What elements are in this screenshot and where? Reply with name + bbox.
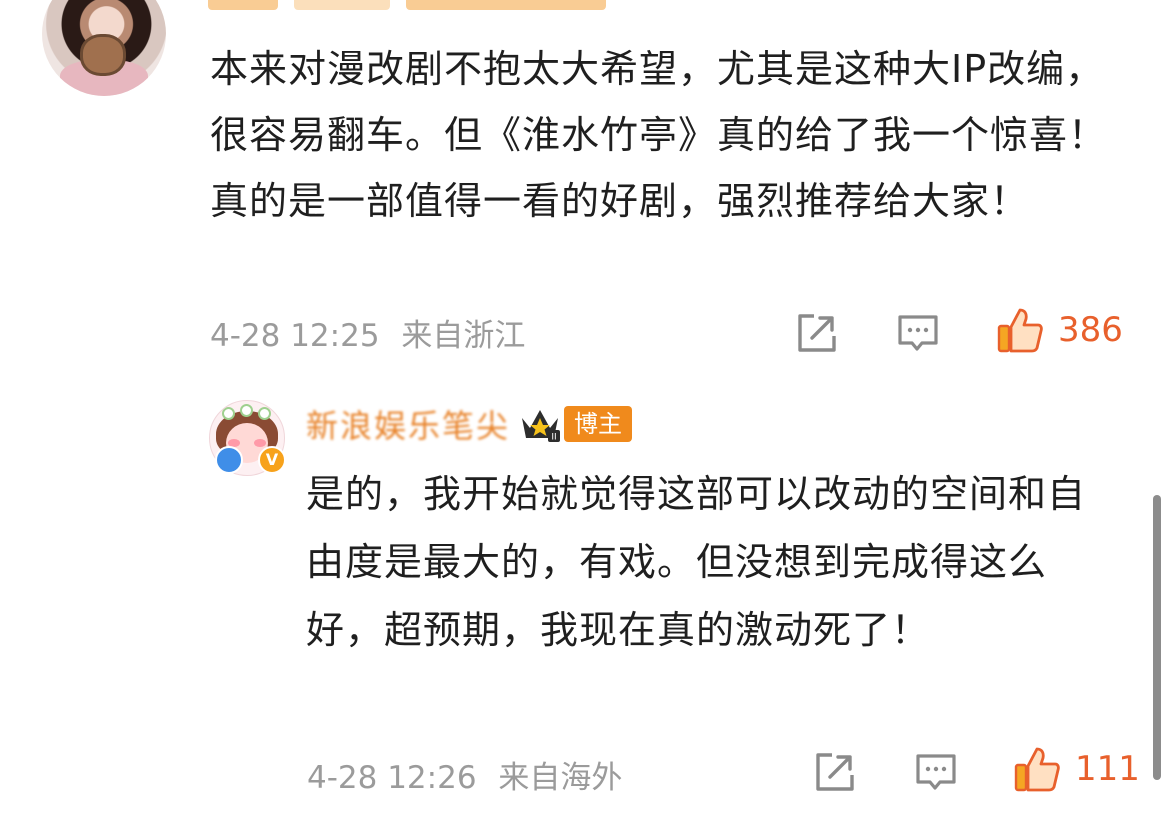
- like-button[interactable]: 386: [996, 306, 1123, 354]
- share-icon: [798, 314, 836, 352]
- crown-badge-icon: II: [518, 404, 562, 444]
- blogger-tag: 博主: [564, 406, 633, 442]
- reply-username-row: 新浪娱乐笔尖 II 博主: [306, 400, 633, 448]
- thumbs-up-icon: [997, 308, 1043, 353]
- main-comment-meta: 4-28 12:25 来自浙江: [210, 310, 525, 355]
- avatar-flower: [222, 407, 235, 420]
- commenter-avatar[interactable]: [42, 0, 166, 96]
- reply-timestamp: 4-28 12:26: [307, 760, 477, 796]
- main-comment-text: 本来对漫改剧不抱太大希望，尤其是这种大IP改编，很容易翻车。但《淮水竹亭》真的给…: [210, 47, 1108, 223]
- avatar-cheek: [254, 439, 266, 447]
- comment-icon: [916, 754, 956, 790]
- svg-text:II: II: [551, 433, 556, 443]
- share-icon: [816, 753, 854, 791]
- share-button[interactable]: [794, 310, 840, 356]
- comment-timestamp: 4-28 12:25: [210, 318, 380, 354]
- member-badge-icon: [215, 446, 243, 474]
- reply-button[interactable]: [895, 310, 941, 356]
- reply-meta: 4-28 12:26 来自海外: [307, 752, 622, 797]
- main-comment-username-strip[interactable]: [208, 0, 606, 14]
- username-badge-fragment: [294, 0, 390, 10]
- reply-text: 是的，我开始就觉得这部可以改动的空间和自由度是最大的，有戏。但没想到完成得这么好…: [306, 472, 1087, 652]
- username-fragment: [406, 0, 606, 10]
- like-count: 111: [1075, 749, 1140, 789]
- scrollbar-thumb[interactable]: [1153, 495, 1161, 780]
- comment-location: 来自浙江: [401, 318, 526, 354]
- reply-like-button[interactable]: 111: [1013, 745, 1140, 793]
- reply-location: 来自海外: [498, 760, 623, 796]
- avatar-toy: [80, 34, 126, 76]
- verified-badge-icon: V: [258, 446, 286, 474]
- reply-username[interactable]: 新浪娱乐笔尖: [306, 401, 510, 447]
- reply-comment-button[interactable]: [913, 749, 959, 795]
- comment-icon: [898, 315, 938, 351]
- username-fragment: [208, 0, 278, 10]
- thumbs-up-icon: [1014, 747, 1060, 792]
- avatar-flower: [240, 404, 253, 417]
- avatar-flower: [258, 407, 271, 420]
- reply-share-button[interactable]: [812, 749, 858, 795]
- like-count: 386: [1058, 310, 1123, 350]
